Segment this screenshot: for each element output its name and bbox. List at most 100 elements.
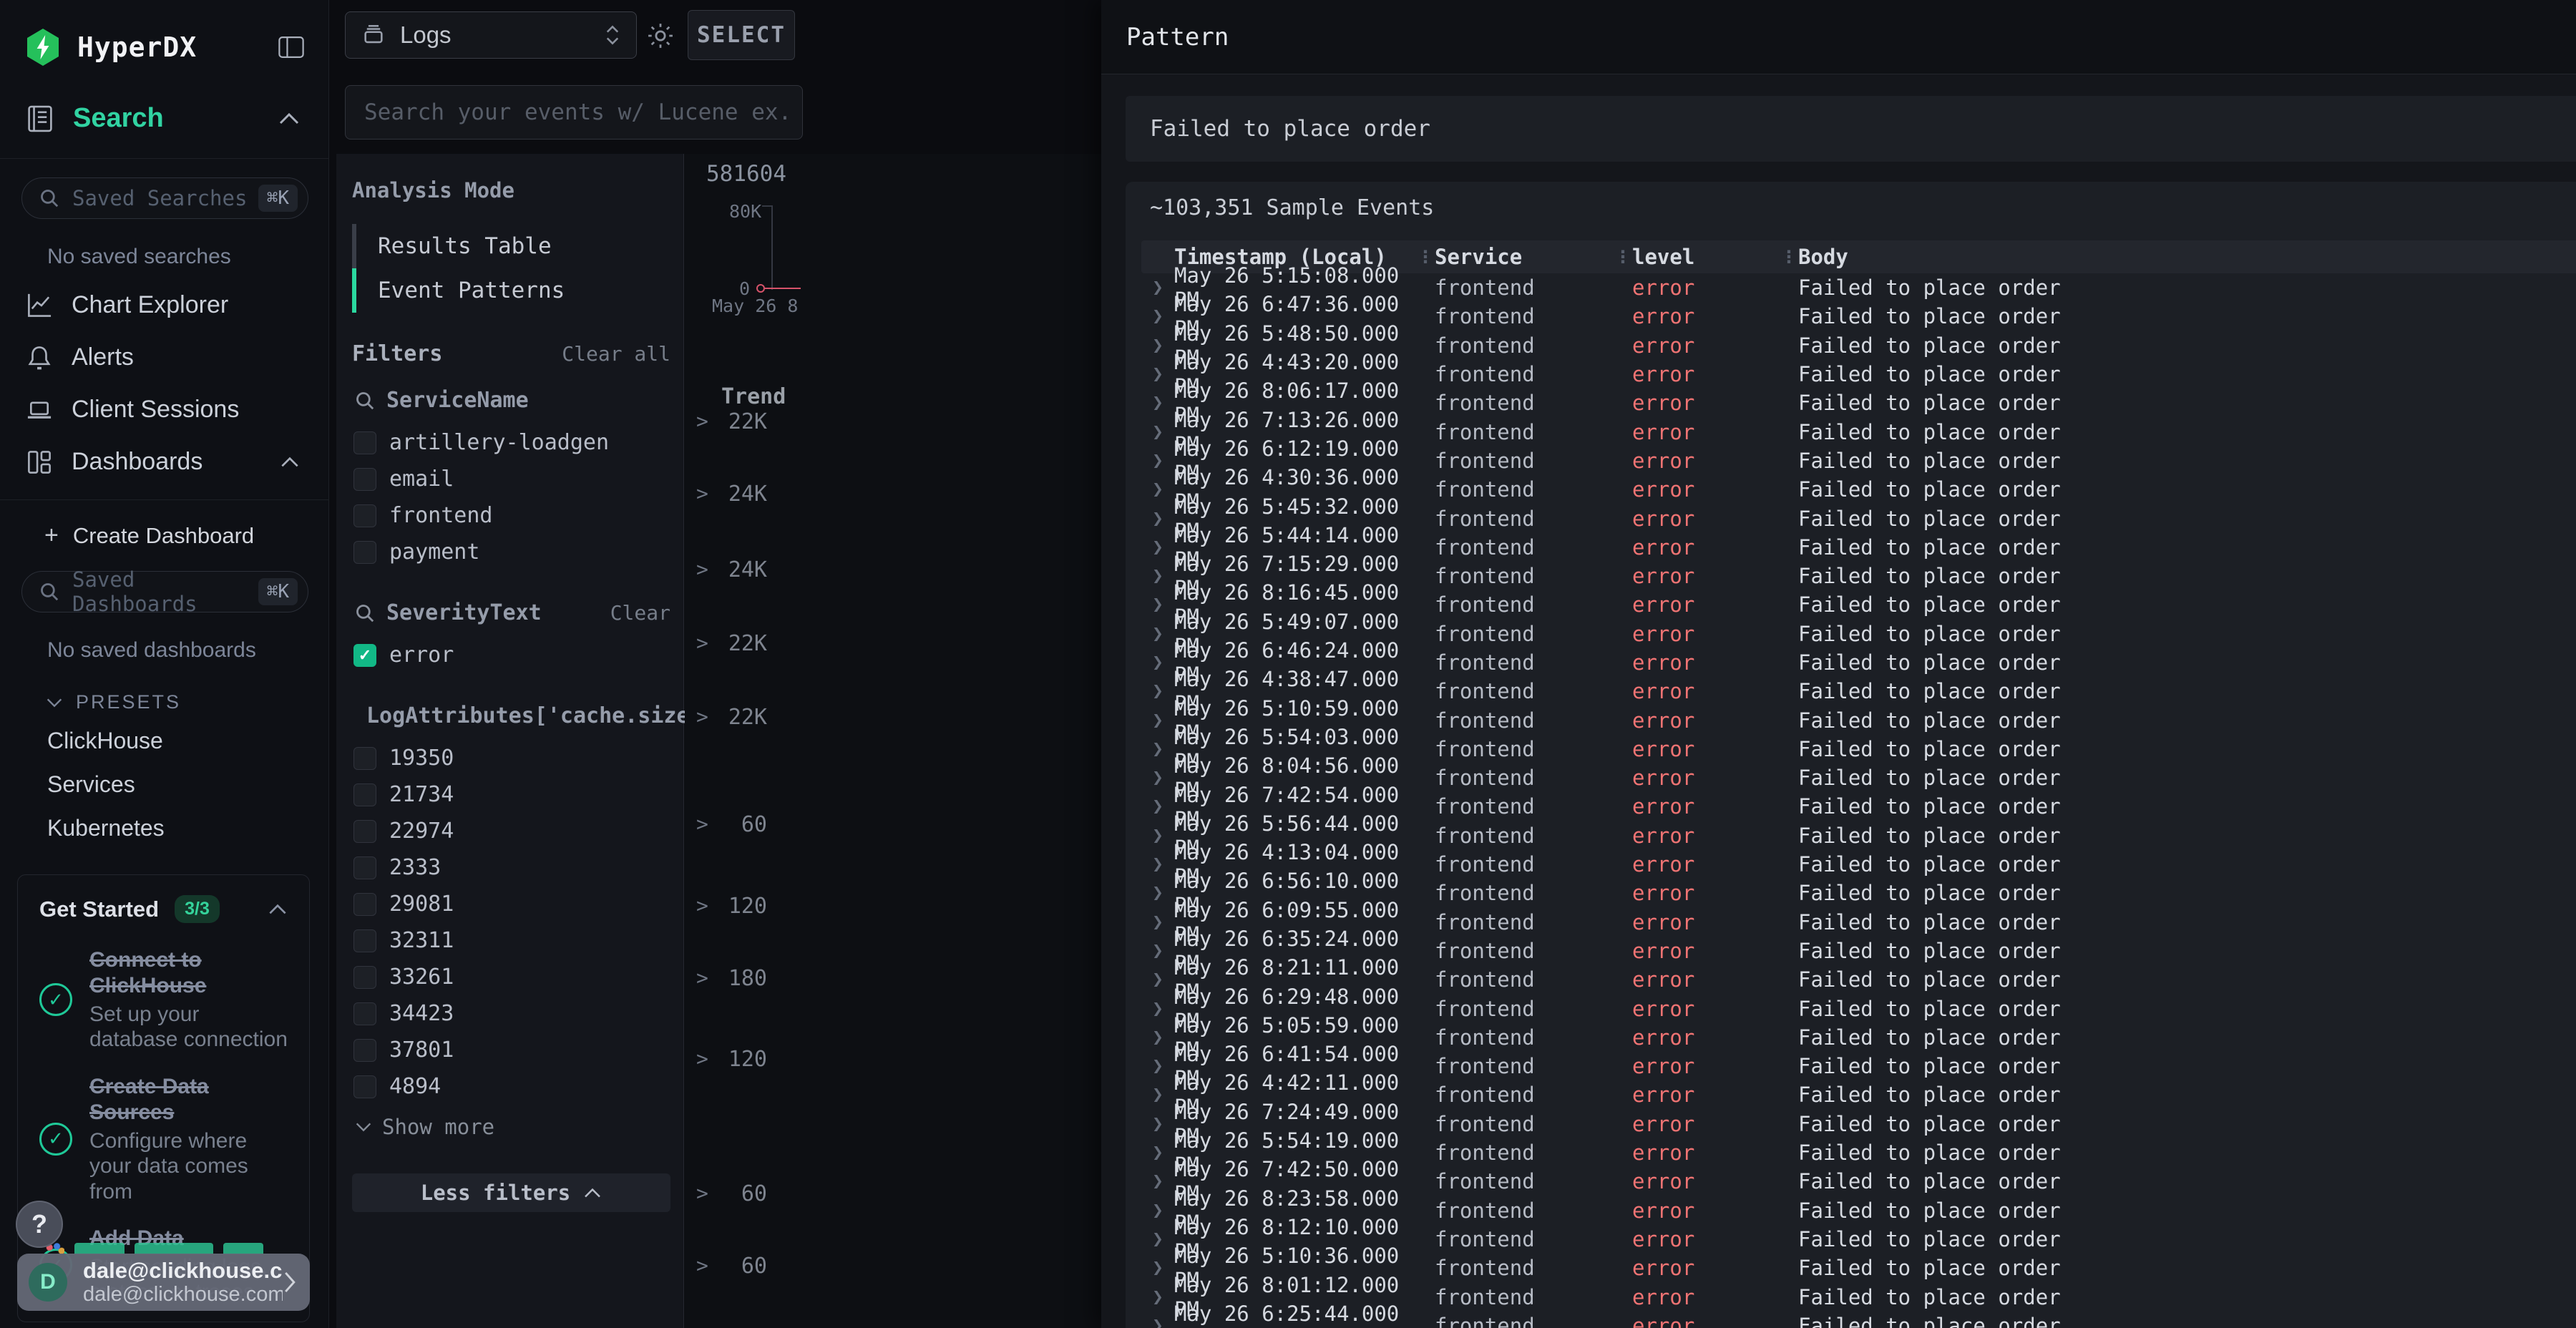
checkbox-unchecked[interactable] (353, 783, 376, 806)
event-row[interactable]: ❯May 26 6:25:44.000 PMfrontenderrorFaile… (1141, 1312, 2576, 1328)
filter-option[interactable]: payment (352, 534, 670, 570)
expand-chevron-icon[interactable]: ❯ (1141, 306, 1174, 327)
expand-chevron-icon[interactable]: ❯ (1141, 1257, 1174, 1279)
expand-chevron-icon[interactable]: ❯ (1141, 623, 1174, 645)
expand-chevron-icon[interactable]: ❯ (1141, 767, 1174, 788)
chevron-up-icon[interactable] (278, 112, 300, 125)
clear-all-button[interactable]: Clear all (562, 342, 670, 366)
expand-chevron-icon[interactable]: ❯ (1141, 680, 1174, 702)
expand-chevron-icon[interactable]: ❯ (1141, 940, 1174, 962)
expand-chevron-icon[interactable]: ❯ (1141, 738, 1174, 760)
expand-chevron-icon[interactable]: ❯ (1141, 537, 1174, 558)
expand-chevron-icon[interactable]: ❯ (1141, 1200, 1174, 1221)
expand-chevron-icon[interactable]: > (696, 1047, 708, 1070)
expand-chevron-icon[interactable]: ❯ (1141, 1084, 1174, 1105)
expand-chevron-icon[interactable]: > (696, 966, 708, 990)
presets-toggle[interactable]: PRESETS (0, 673, 328, 719)
expand-chevron-icon[interactable]: > (696, 557, 708, 581)
checkbox-unchecked[interactable] (353, 856, 376, 879)
expand-chevron-icon[interactable]: ❯ (1141, 450, 1174, 472)
filter-option[interactable]: 29081 (352, 886, 670, 922)
source-select[interactable]: Logs (345, 11, 637, 59)
expand-chevron-icon[interactable]: ❯ (1141, 565, 1174, 587)
column-resize-handle[interactable]: ⋮ (1780, 247, 1798, 267)
checkbox-unchecked[interactable] (353, 431, 376, 454)
expand-chevron-icon[interactable]: ❯ (1141, 1286, 1174, 1308)
expand-chevron-icon[interactable]: ❯ (1141, 710, 1174, 731)
create-dashboard-button[interactable]: + Create Dashboard (0, 500, 328, 552)
sidebar-item-chart-explorer[interactable]: Chart Explorer (0, 279, 328, 331)
preset-dashboard-clickhouse[interactable]: ClickHouse (0, 719, 328, 763)
show-more-button[interactable]: Show more (355, 1115, 670, 1139)
filter-option[interactable]: frontend (352, 497, 670, 534)
mode-results-table[interactable]: Results Table (352, 224, 670, 268)
filter-option[interactable]: 22974 (352, 813, 670, 849)
expand-chevron-icon[interactable]: ❯ (1141, 882, 1174, 904)
filter-option[interactable]: email (352, 461, 670, 497)
sidebar-item-client-sessions[interactable]: Client Sessions (0, 384, 328, 436)
expand-chevron-icon[interactable]: ❯ (1141, 1229, 1174, 1250)
event-search-input[interactable]: Search your events w/ Lucene ex. colu (345, 85, 803, 140)
expand-chevron-icon[interactable]: ❯ (1141, 277, 1174, 298)
expand-chevron-icon[interactable]: ❯ (1141, 912, 1174, 933)
checkbox-unchecked[interactable] (353, 541, 376, 564)
expand-chevron-icon[interactable]: > (696, 409, 708, 433)
filter-option[interactable]: ✓error (352, 637, 670, 673)
filter-option[interactable]: 37801 (352, 1032, 670, 1068)
filter-option[interactable]: artillery-loadgen (352, 424, 670, 461)
expand-chevron-icon[interactable]: ❯ (1141, 796, 1174, 817)
checkbox-unchecked[interactable] (353, 820, 376, 843)
checkbox-unchecked[interactable] (353, 929, 376, 952)
expand-chevron-icon[interactable]: > (696, 1254, 708, 1277)
checkbox-unchecked[interactable] (353, 468, 376, 491)
user-menu[interactable]: D dale@clickhouse.com dale@clickhouse.co… (17, 1254, 310, 1311)
filter-option[interactable]: 32311 (352, 922, 670, 959)
get-started-item[interactable]: ✓ Connect to ClickHouse Set up your data… (39, 947, 288, 1053)
column-resize-handle[interactable]: ⋮ (1614, 247, 1632, 267)
checkbox-unchecked[interactable] (353, 966, 376, 989)
chevron-up-icon[interactable] (280, 456, 300, 468)
expand-chevron-icon[interactable]: ❯ (1141, 998, 1174, 1020)
expand-chevron-icon[interactable]: ❯ (1141, 1142, 1174, 1163)
filter-option[interactable]: 19350 (352, 740, 670, 776)
checkbox-checked[interactable]: ✓ (353, 644, 376, 667)
expand-chevron-icon[interactable]: ❯ (1141, 335, 1174, 356)
checkbox-unchecked[interactable] (353, 1002, 376, 1025)
expand-chevron-icon[interactable]: > (696, 482, 708, 505)
filter-option[interactable]: 4894 (352, 1068, 670, 1105)
sidebar-item-alerts[interactable]: Alerts (0, 331, 328, 384)
sidebar-item-dashboards[interactable]: Dashboards (0, 436, 328, 488)
less-filters-button[interactable]: Less filters (352, 1173, 670, 1212)
expand-chevron-icon[interactable]: ❯ (1141, 392, 1174, 414)
preset-dashboard-services[interactable]: Services (0, 763, 328, 806)
get-started-item[interactable]: ✓ Create Data Sources Configure where yo… (39, 1074, 288, 1204)
column-resize-handle[interactable]: ⋮ (1416, 247, 1435, 267)
saved-dashboards-input[interactable]: Saved Dashboards ⌘K (21, 571, 308, 612)
expand-chevron-icon[interactable]: ❯ (1141, 1055, 1174, 1077)
mode-event-patterns[interactable]: Event Patterns (352, 268, 670, 313)
filter-option[interactable]: 21734 (352, 776, 670, 813)
checkbox-unchecked[interactable] (353, 747, 376, 770)
preset-dashboard-kubernetes[interactable]: Kubernetes (0, 806, 328, 850)
expand-chevron-icon[interactable]: ❯ (1141, 652, 1174, 673)
expand-chevron-icon[interactable]: ❯ (1141, 421, 1174, 443)
expand-chevron-icon[interactable]: ❯ (1141, 1315, 1174, 1328)
expand-chevron-icon[interactable]: > (696, 631, 708, 655)
filter-option[interactable]: 34423 (352, 995, 670, 1032)
expand-chevron-icon[interactable]: ❯ (1141, 969, 1174, 990)
expand-chevron-icon[interactable]: ❯ (1141, 854, 1174, 875)
expand-chevron-icon[interactable]: > (696, 812, 708, 836)
expand-chevron-icon[interactable]: > (696, 1181, 708, 1205)
help-button[interactable]: ? (16, 1201, 63, 1248)
expand-chevron-icon[interactable]: ❯ (1141, 825, 1174, 846)
expand-chevron-icon[interactable]: ❯ (1141, 479, 1174, 500)
source-settings-gear-icon[interactable] (646, 21, 675, 50)
checkbox-unchecked[interactable] (353, 1039, 376, 1062)
sidebar-section-search[interactable]: Search (0, 87, 328, 159)
checkbox-unchecked[interactable] (353, 893, 376, 916)
checkbox-unchecked[interactable] (353, 504, 376, 527)
clear-group-button[interactable]: Clear (610, 601, 670, 625)
saved-searches-input[interactable]: Saved Searches ⌘K (21, 177, 308, 219)
expand-chevron-icon[interactable]: ❯ (1141, 594, 1174, 615)
select-button[interactable]: SELECT (688, 10, 795, 60)
